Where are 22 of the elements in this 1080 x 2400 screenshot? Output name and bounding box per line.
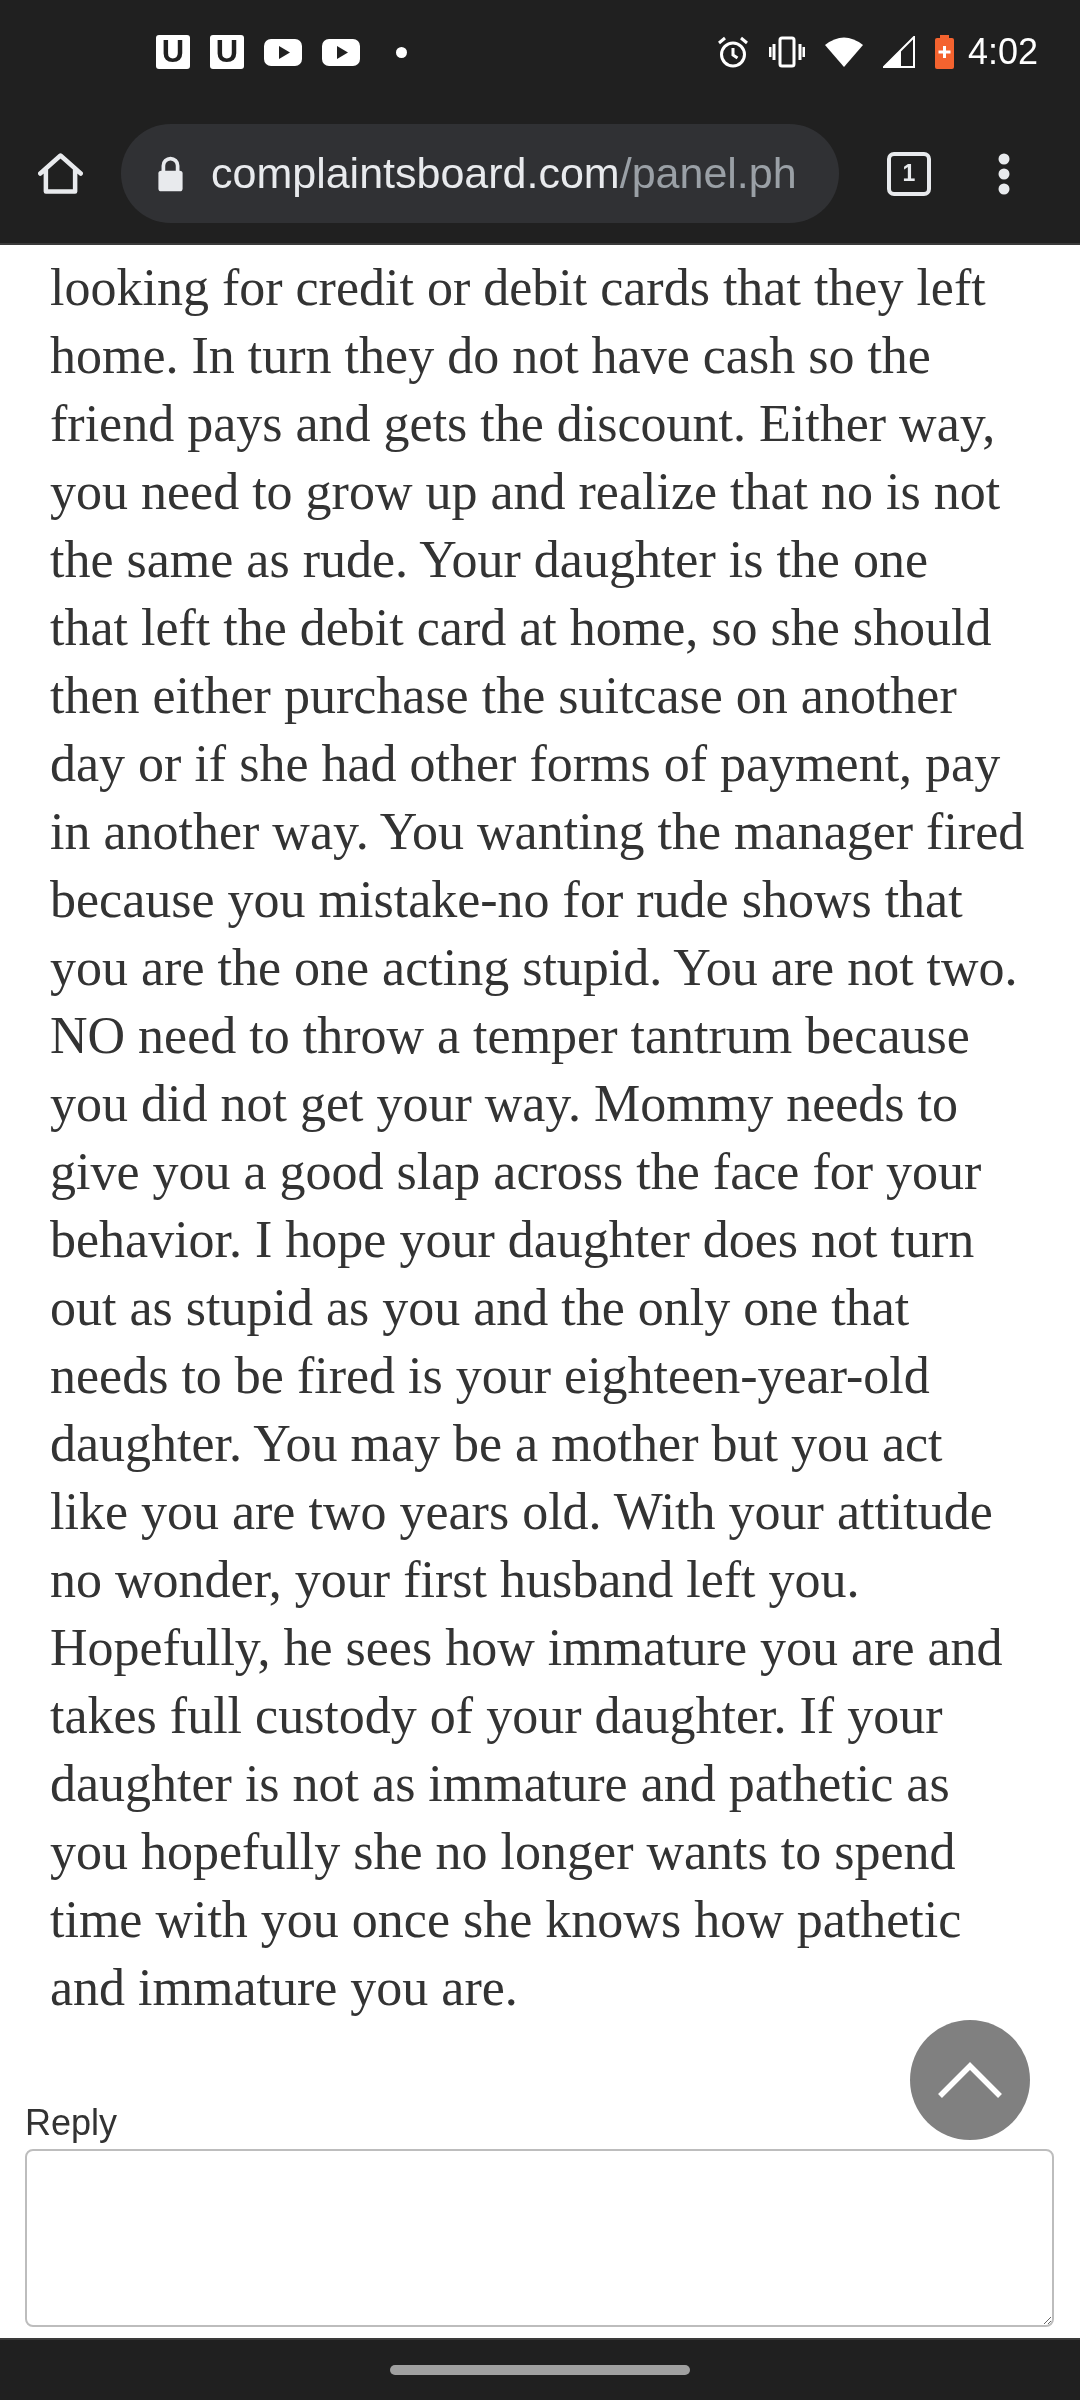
tab-switcher-button[interactable]: 1: [887, 151, 931, 196]
notification-dot-icon: [396, 46, 407, 58]
alarm-clock-icon: [716, 35, 749, 69]
menu-icon[interactable]: [998, 152, 1010, 195]
notification-app-icon: U: [156, 35, 190, 69]
status-time: 4:02: [967, 34, 1038, 70]
video-app-icon: [264, 38, 302, 66]
lock-icon: [156, 155, 185, 192]
comment-text: looking for credit or debit cards that they left home. In turn they do not have cash so the friend pays and gets the discount. Either way, you need to grow up and realize that no is not the same as rude. Your daughter is the one that left the debit card at home, so she should then either purchase the suitcase on another day or if she had other forms of payment, pay in another way. You wanting the manager fired because you mistake-no for rude shows that you are the one acting stupid. You are not two. NO need to throw a temper tantrum because you did not get your way. Mommy needs to give you a good slap across the face for your behavior. I hope your daughter does not turn out as stupid as you and the only one that needs to be fired is your eighteen-year-old daughter. You may be a mother but you act like you are two years old. With your attitude no wonder, your first husband left you. Hopefully, he sees how immature you are and takes full custody of your daughter. If your daughter is not as immature and pathetic as you hopefully she no longer wants to spend time with you once she knows how pathetic and immature you are.: [50, 258, 1026, 2018]
video-app-icon: [322, 38, 360, 66]
battery-icon: [934, 35, 954, 69]
chevron-up-icon: [938, 2062, 1002, 2098]
home-icon[interactable]: [38, 151, 83, 196]
notification-app-icon: U: [210, 35, 244, 69]
reply-field[interactable]: [25, 2149, 1054, 2327]
signal-icon: [882, 36, 915, 68]
wifi-icon: [824, 37, 863, 67]
vibrate-icon: [768, 36, 805, 68]
url-text: complaintsboard.com/panel.ph: [211, 149, 797, 198]
reply-label: Reply: [25, 2101, 118, 2144]
address-bar[interactable]: complaintsboard.com/panel.ph: [121, 124, 839, 223]
home-handle[interactable]: [390, 2365, 690, 2375]
